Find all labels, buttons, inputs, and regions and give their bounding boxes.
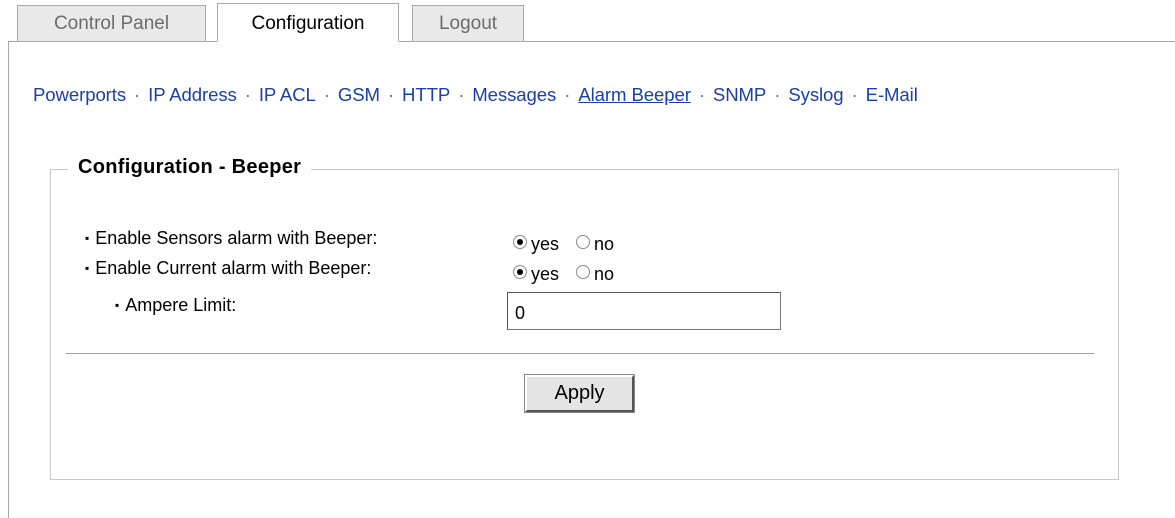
nav-link-snmp[interactable]: SNMP: [713, 84, 766, 105]
radio-unchecked-icon[interactable]: [576, 265, 591, 279]
sensors-alarm-label: Enable Sensors alarm with Beeper:: [85, 228, 377, 249]
nav-separator: ·: [458, 84, 465, 105]
nav-separator: ·: [851, 84, 858, 105]
sensors-alarm-yes-option[interactable]: yes: [513, 231, 559, 254]
radio-unchecked-icon[interactable]: [576, 235, 591, 249]
nav-separator: ·: [134, 84, 141, 105]
nav-separator: ·: [323, 84, 330, 105]
radio-checked-icon[interactable]: [513, 265, 527, 279]
form-divider: [66, 353, 1094, 354]
section-title: Configuration - Beeper: [68, 156, 312, 179]
nav-separator: ·: [387, 84, 395, 105]
nav-link-ip-acl[interactable]: IP ACL: [259, 84, 316, 105]
apply-button[interactable]: Apply: [524, 374, 635, 413]
nav-link-gsm[interactable]: GSM: [338, 84, 380, 105]
tab-configuration[interactable]: Configuration: [217, 3, 399, 42]
nav-link-http[interactable]: HTTP: [402, 84, 450, 105]
nav-link-syslog[interactable]: Syslog: [788, 84, 843, 105]
tab-control-panel[interactable]: Control Panel: [17, 5, 206, 41]
nav-link-email[interactable]: E-Mail: [866, 84, 918, 105]
nav-link-messages[interactable]: Messages: [472, 84, 556, 105]
tab-bar: Control Panel Configuration Logout: [0, 0, 1175, 42]
current-alarm-yes-option[interactable]: yes: [513, 261, 559, 284]
radio-checked-icon[interactable]: [513, 235, 527, 249]
nav-link-ip-address[interactable]: IP Address: [148, 84, 237, 105]
nav-separator: ·: [698, 84, 705, 105]
sensors-alarm-no-option[interactable]: no: [576, 231, 614, 254]
current-alarm-label: Enable Current alarm with Beeper:: [85, 258, 371, 279]
ampere-limit-input[interactable]: [507, 292, 781, 330]
current-alarm-radio-group: yes no: [513, 260, 626, 284]
nav-link-alarm-beeper[interactable]: Alarm Beeper: [578, 84, 691, 105]
sensors-alarm-radio-group: yes no: [513, 230, 626, 254]
nav-separator: ·: [564, 84, 571, 105]
tab-logout[interactable]: Logout: [412, 5, 524, 41]
config-nav: Powerports · IP Address · IP ACL · GSM · HTTP · Me…: [33, 84, 918, 106]
nav-separator: ·: [774, 84, 781, 105]
current-alarm-no-option[interactable]: no: [576, 261, 614, 284]
ampere-limit-label: Ampere Limit:: [115, 295, 236, 316]
nav-separator: ·: [244, 84, 251, 105]
nav-link-powerports[interactable]: Powerports: [33, 84, 126, 105]
